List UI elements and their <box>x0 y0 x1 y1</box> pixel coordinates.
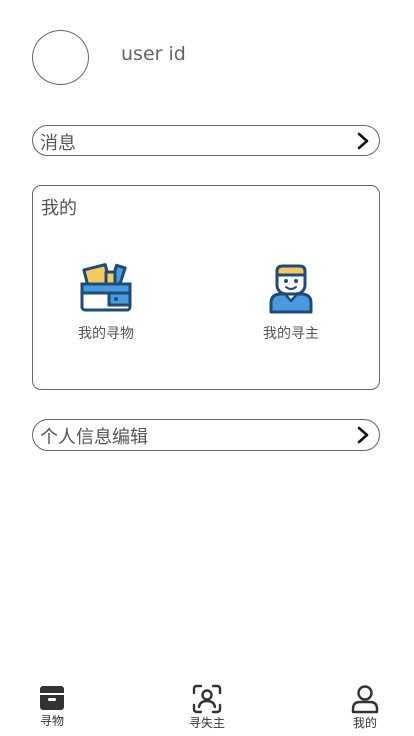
tab-search-items[interactable]: 寻物 <box>22 684 82 729</box>
bottom-tab-bar: 寻物 寻失主 我的 <box>0 676 414 736</box>
my-search-items-button[interactable]: 我的寻物 <box>56 262 156 343</box>
box-icon <box>40 686 64 710</box>
tab-mine[interactable]: 我的 <box>335 684 395 731</box>
chevron-right-icon <box>357 132 369 150</box>
my-search-owner-button[interactable]: 我的寻主 <box>241 262 341 343</box>
chevron-right-icon <box>357 426 369 444</box>
person-icon <box>269 264 313 314</box>
my-search-items-label: 我的寻物 <box>78 326 134 342</box>
avatar[interactable] <box>32 30 89 85</box>
messages-row[interactable]: 消息 <box>32 125 380 156</box>
user-icon <box>351 685 379 714</box>
mine-card-title: 我的 <box>41 198 77 219</box>
edit-profile-row[interactable]: 个人信息编辑 <box>32 419 380 451</box>
tab-mine-label: 我的 <box>352 716 377 730</box>
edit-profile-label: 个人信息编辑 <box>40 427 148 448</box>
tab-search-items-label: 寻物 <box>39 714 64 728</box>
my-search-owner-label: 我的寻主 <box>263 326 319 342</box>
box-of-items-icon <box>80 263 132 312</box>
tab-find-owner-label: 寻失主 <box>188 716 225 730</box>
user-id-label: user id <box>121 43 186 65</box>
mine-card: 我的 我的寻物 我的寻主 <box>32 185 380 390</box>
tab-find-owner[interactable]: 寻失主 <box>177 684 237 731</box>
messages-label: 消息 <box>40 133 76 154</box>
face-scan-icon <box>192 684 222 714</box>
